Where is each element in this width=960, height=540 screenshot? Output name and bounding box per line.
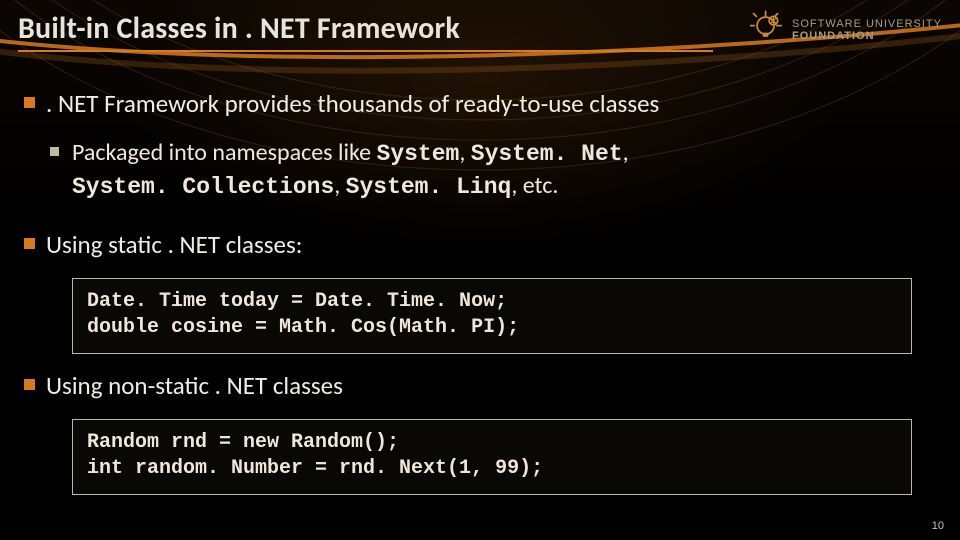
lightbulb-icon bbox=[750, 10, 784, 49]
brand-logo: SOFTWARE UNIVERSITY FOUNDATION bbox=[750, 10, 942, 49]
code-block-nonstatic: Random rnd = new Random(); int random. N… bbox=[72, 419, 912, 495]
bullet-level1: Using static . NET classes: bbox=[24, 229, 936, 260]
namespace-system: System bbox=[377, 141, 460, 167]
namespace-system-net: System. Net bbox=[471, 141, 623, 167]
slide-title: Built-in Classes in . NET Framework bbox=[18, 10, 460, 47]
slide: Built-in Classes in . NET Framework SOFT… bbox=[0, 0, 960, 540]
title-underline bbox=[18, 50, 713, 52]
namespace-system-linq: System. Linq bbox=[346, 174, 512, 200]
bullet-level1: . NET Framework provides thousands of re… bbox=[24, 88, 936, 119]
page-number: 10 bbox=[932, 520, 944, 532]
brand-text: SOFTWARE UNIVERSITY FOUNDATION bbox=[792, 18, 942, 42]
bullet-level1: Using non-static . NET classes bbox=[24, 370, 936, 401]
brand-line1: SOFTWARE UNIVERSITY bbox=[792, 18, 942, 30]
bullet-level2: Packaged into namespaces like System, Sy… bbox=[50, 137, 936, 203]
code-block-static: Date. Time today = Date. Time. Now; doub… bbox=[72, 278, 912, 354]
sep: , bbox=[623, 138, 629, 167]
slide-body: . NET Framework provides thousands of re… bbox=[24, 78, 936, 511]
sep: , bbox=[459, 138, 470, 167]
sep: , bbox=[334, 171, 345, 200]
bullet2-prefix: Packaged into namespaces like bbox=[72, 138, 377, 167]
namespace-system-collections: System. Collections bbox=[72, 174, 334, 200]
bullet2-suffix: , etc. bbox=[511, 171, 558, 200]
brand-line2: FOUNDATION bbox=[792, 30, 942, 42]
